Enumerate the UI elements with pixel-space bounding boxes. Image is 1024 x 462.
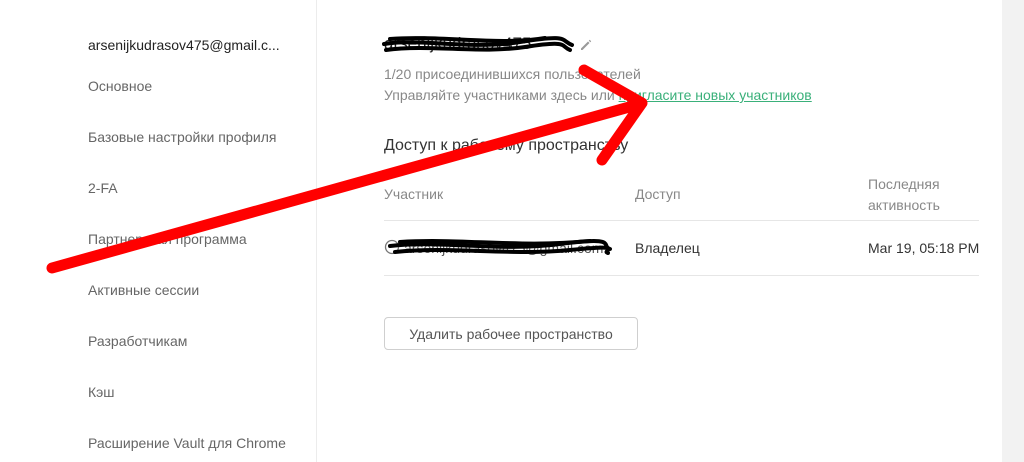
sidebar-item-developers[interactable]: Разработчикам — [88, 333, 187, 349]
sidebar-item-2fa[interactable]: 2-FA — [88, 180, 118, 196]
invite-members-link[interactable]: пригласите новых участников — [619, 87, 812, 103]
column-header-last-activity-line2: активность — [868, 197, 940, 213]
table-divider — [384, 275, 979, 276]
sidebar-item-general[interactable]: Основное — [88, 78, 152, 94]
sidebar-item-profile-settings[interactable]: Базовые настройки профиля — [88, 129, 276, 145]
column-header-last-activity-line1: Последняя — [868, 176, 940, 192]
column-header-access: Доступ — [635, 186, 681, 202]
settings-sidebar: arsenijkudrasov475@gmail.c... Основное Б… — [0, 0, 317, 462]
column-header-member: Участник — [384, 186, 444, 202]
sidebar-item-partner-program[interactable]: Партнерская программа — [88, 231, 247, 247]
page-gutter — [1002, 0, 1024, 462]
member-last-activity: Mar 19, 05:18 PM — [868, 240, 979, 256]
workspace-access-title: Доступ к рабочему пространству — [384, 137, 629, 154]
column-header-last-activity: Последняя активность — [868, 174, 940, 216]
sidebar-item-vault-chrome-extension[interactable]: Расширение Vault для Chrome — [88, 435, 286, 451]
member-avatar-icon — [384, 239, 400, 258]
sidebar-item-cache[interactable]: Кэш — [88, 384, 115, 400]
member-access-role: Владелец — [635, 240, 700, 256]
joined-users-count: 1/20 присоединившихся пользователей — [384, 66, 641, 82]
manage-members-label: Управляйте участниками здесь или — [384, 87, 615, 103]
workspace-name: arsenijkudrasov475 — [384, 34, 532, 53]
delete-workspace-button[interactable]: Удалить рабочее пространство — [384, 317, 638, 350]
table-divider — [384, 220, 979, 221]
member-email: arsenijkudrasov475@gmail.com — [404, 240, 604, 256]
pencil-icon[interactable] — [579, 38, 593, 57]
sidebar-item-active-sessions[interactable]: Активные сессии — [88, 282, 199, 298]
account-email: arsenijkudrasov475@gmail.c... — [88, 37, 280, 53]
manage-members-text: Управляйте участниками здесь или приглас… — [384, 87, 812, 103]
